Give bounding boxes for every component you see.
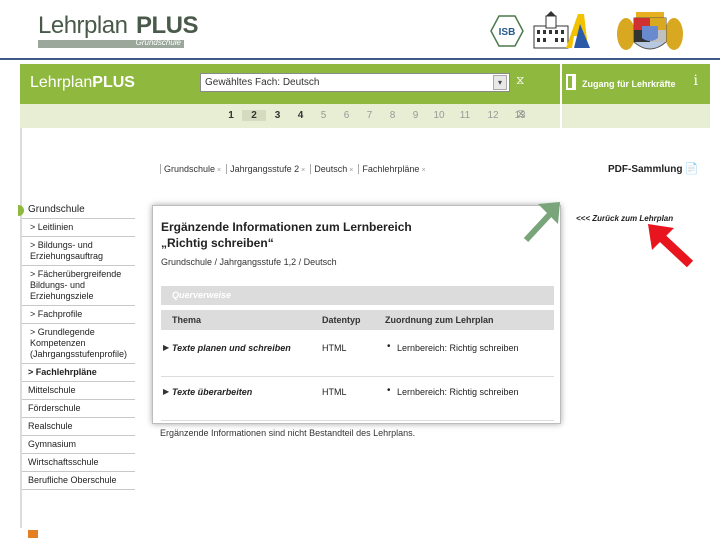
chevron-down-icon[interactable]: ▾ bbox=[493, 75, 507, 90]
breadcrumb-label: Fachlehrpläne bbox=[362, 164, 420, 174]
sidebar-item[interactable]: Realschule bbox=[22, 418, 135, 436]
pdf-collection-link[interactable]: PDF-Sammlung 📄 bbox=[608, 162, 698, 175]
dialog-title: Ergänzende Informationen zum Lernbereich… bbox=[161, 220, 412, 250]
teacher-access-label: Zugang für Lehrkräfte bbox=[582, 79, 676, 89]
row-assignment: Lernbereich: Richtig schreiben bbox=[397, 343, 519, 353]
close-icon[interactable]: × bbox=[349, 167, 353, 174]
bavarian-coat-of-arms-icon bbox=[617, 12, 683, 50]
app-title-part1: Lehrplan bbox=[30, 74, 93, 91]
row-theme-link[interactable]: Texte überarbeiten bbox=[172, 387, 252, 397]
logo-subtitle: Grundschule bbox=[135, 38, 181, 47]
sidebar-item[interactable]: > Bildungs- und Erziehungsauftrag bbox=[22, 237, 135, 266]
sidebar-items: > Leitlinien > Bildungs- und Erziehungsau… bbox=[22, 219, 135, 490]
grade-tab-10[interactable]: 10 bbox=[427, 110, 451, 121]
breadcrumb-item[interactable]: Grundschule × bbox=[160, 164, 224, 174]
column-header-datatype: Datentyp bbox=[322, 315, 361, 325]
teacher-access-button[interactable]: Zugang für Lehrkräfte i bbox=[560, 64, 710, 104]
hourglass-icon-secondary[interactable]: ⧖ bbox=[517, 108, 525, 121]
table-row[interactable]: ▶ Texte überarbeiten HTML • Lernbereich:… bbox=[161, 377, 554, 421]
diagonal-arrow-icon bbox=[523, 202, 560, 243]
grade-tab-1[interactable]: 1 bbox=[220, 110, 242, 121]
pdf-collection-label: PDF-Sammlung bbox=[608, 164, 683, 175]
breadcrumb-label: Deutsch bbox=[314, 164, 348, 174]
row-datatype: HTML bbox=[322, 343, 347, 353]
sidebar-item[interactable]: > Fächerübergreifende Bildungs- und Erzi… bbox=[22, 266, 135, 306]
row-expand-icon[interactable]: ▶ bbox=[163, 387, 169, 396]
sidebar-item[interactable]: > Leitlinien bbox=[22, 219, 135, 237]
sidebar-item[interactable]: Wirtschaftsschule bbox=[22, 454, 135, 472]
close-icon[interactable]: × bbox=[421, 167, 425, 174]
grade-tab-5[interactable]: 5 bbox=[312, 110, 335, 121]
ministry-building-icon bbox=[533, 11, 590, 49]
lehrplanplus-logo[interactable]: Lehrplan PLUS Grundschule bbox=[38, 12, 199, 48]
app-title[interactable]: LehrplanPLUS bbox=[30, 74, 135, 92]
row-theme-link[interactable]: Texte planen und schreiben bbox=[172, 343, 291, 353]
column-header-assignment: Zuordnung zum Lehrplan bbox=[385, 315, 494, 325]
app-title-part2: PLUS bbox=[92, 74, 135, 91]
app-header-bar: LehrplanPLUS Gewähltes Fach: Deutsch ▾ ⧖… bbox=[20, 64, 710, 104]
screen: Lehrplan PLUS Grundschule ISB LehrplanPL… bbox=[0, 0, 720, 540]
breadcrumb-label: Grundschule bbox=[164, 164, 216, 174]
pdf-document-icon: 📄 bbox=[684, 163, 699, 175]
door-icon bbox=[566, 74, 576, 90]
grade-tab-8[interactable]: 8 bbox=[381, 110, 404, 121]
subject-select-value: Gewähltes Fach: Deutsch bbox=[205, 77, 320, 88]
breadcrumb: Grundschule × Jahrgangsstufe 2 × Deutsch × Fac… bbox=[160, 164, 431, 174]
sidebar-item[interactable]: Gymnasium bbox=[22, 436, 135, 454]
dialog-subtitle: Grundschule / Jahrgangsstufe 1,2 / Deuts… bbox=[161, 257, 337, 267]
table-header: Thema Datentyp Zuordnung zum Lehrplan bbox=[161, 310, 554, 330]
breadcrumb-item[interactable]: Deutsch × bbox=[310, 164, 356, 174]
grade-tab-12[interactable]: 12 bbox=[479, 110, 507, 121]
bullet-icon: • bbox=[387, 341, 391, 352]
sidebar-item-grundschule[interactable]: Grundschule bbox=[18, 202, 135, 219]
sidebar-item[interactable]: Mittelschule bbox=[22, 382, 135, 400]
footnote-text: Ergänzende Informationen sind nicht Best… bbox=[160, 428, 416, 438]
breadcrumb-label: Jahrgangsstufe 2 bbox=[230, 164, 300, 174]
grade-tab-6[interactable]: 6 bbox=[335, 110, 358, 121]
active-marker bbox=[18, 205, 24, 216]
cross-references-label: Querverweise bbox=[172, 290, 232, 300]
supplementary-info-dialog: Ergänzende Informationen zum Lernbereich… bbox=[152, 205, 561, 424]
column-header-theme: Thema bbox=[172, 315, 202, 325]
grade-tab-11[interactable]: 11 bbox=[451, 110, 479, 121]
cross-references-header: Querverweise bbox=[161, 286, 554, 305]
sidebar-item[interactable]: Berufliche Oberschule bbox=[22, 472, 135, 490]
table-row[interactable]: ▶ Texte planen und schreiben HTML • Lern… bbox=[161, 333, 554, 377]
sidebar-item[interactable]: > Grundlegende Kompetenzen (Jahrgangsstu… bbox=[22, 324, 135, 364]
close-icon[interactable]: × bbox=[301, 167, 305, 174]
breadcrumb-item[interactable]: Jahrgangsstufe 2 × bbox=[226, 164, 308, 174]
banner-divider bbox=[0, 58, 720, 60]
logo-text-lehrplan: Lehrplan bbox=[38, 12, 128, 39]
sidebar-item[interactable]: Förderschule bbox=[22, 400, 135, 418]
sidebar-item[interactable]: > Fachlehrpläne bbox=[22, 364, 135, 382]
isb-logo[interactable]: ISB bbox=[490, 15, 524, 47]
sidebar-nav: Grundschule > Leitlinien > Bildungs- und … bbox=[18, 202, 135, 490]
breadcrumb-item[interactable]: Fachlehrpläne × bbox=[358, 164, 428, 174]
grade-tab-3[interactable]: 3 bbox=[266, 110, 289, 121]
info-icon[interactable]: i bbox=[694, 73, 698, 89]
grade-tab-4[interactable]: 4 bbox=[289, 110, 312, 121]
sidebar-head-label: Grundschule bbox=[28, 204, 85, 215]
grade-selector-bar: 1 2 3 4 5 6 7 8 9 10 11 12 13 ⧖ bbox=[20, 104, 560, 128]
grade-tab-2[interactable]: 2 bbox=[242, 110, 266, 121]
subject-select[interactable]: Gewähltes Fach: Deutsch ▾ bbox=[200, 73, 510, 92]
bullet-icon: • bbox=[387, 385, 391, 396]
grade-tab-9[interactable]: 9 bbox=[404, 110, 427, 121]
row-assignment: Lernbereich: Richtig schreiben bbox=[397, 387, 519, 397]
grade-bar-right-panel bbox=[562, 104, 710, 128]
hourglass-icon[interactable]: ⧖ bbox=[516, 73, 524, 88]
bottom-marker bbox=[28, 530, 38, 538]
row-datatype: HTML bbox=[322, 387, 347, 397]
row-expand-icon[interactable]: ▶ bbox=[163, 343, 169, 352]
red-pointer-arrow-icon bbox=[648, 224, 694, 268]
logo-text-plus: PLUS bbox=[136, 12, 199, 39]
top-banner: Lehrplan PLUS Grundschule ISB bbox=[0, 0, 720, 62]
grade-tab-7[interactable]: 7 bbox=[358, 110, 381, 121]
sidebar-item[interactable]: > Fachprofile bbox=[22, 306, 135, 324]
isb-logo-text: ISB bbox=[499, 27, 516, 38]
grade-list: 1 2 3 4 5 6 7 8 9 10 11 12 13 bbox=[220, 110, 533, 121]
close-icon[interactable]: × bbox=[217, 167, 221, 174]
